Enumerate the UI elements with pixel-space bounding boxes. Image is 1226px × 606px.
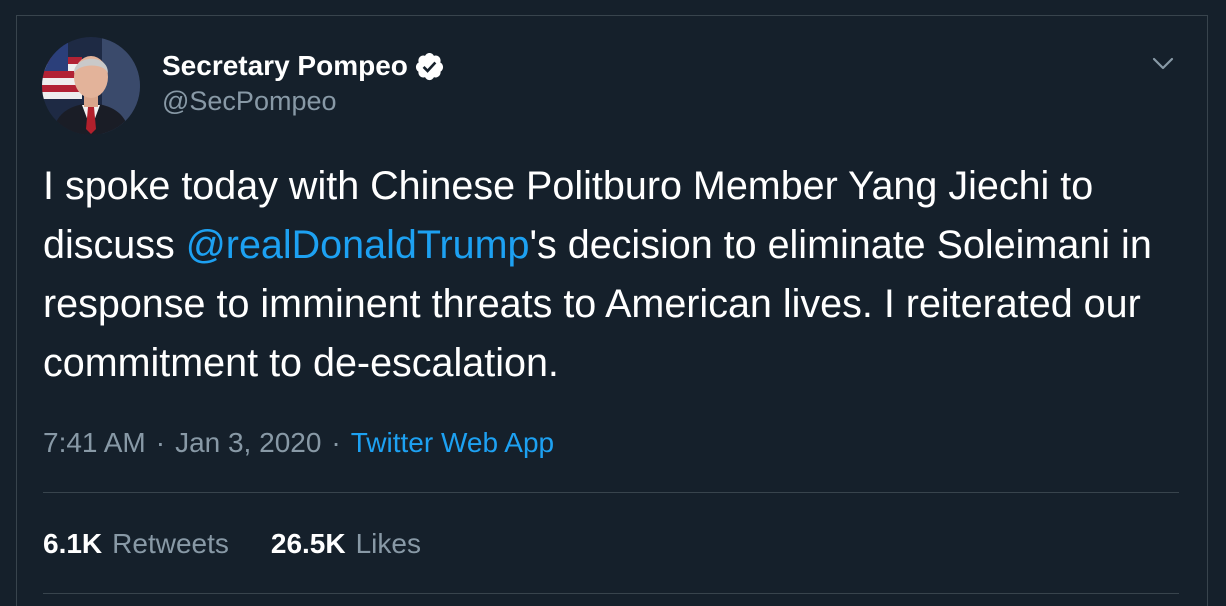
meta-separator: · (331, 427, 341, 458)
author-display-name[interactable]: Secretary Pompeo (162, 50, 408, 82)
author-handle[interactable]: @SecPompeo (162, 86, 337, 117)
tweet-source-link[interactable]: Twitter Web App (351, 427, 554, 459)
author-name-row: Secretary Pompeo (162, 47, 445, 85)
likes-stat[interactable]: 26.5K Likes (271, 528, 421, 560)
tweet-stats: 6.1K Retweets 26.5K Likes (43, 524, 421, 564)
tweet-metadata: 7:41 AM · Jan 3, 2020 · Twitter Web App (43, 423, 554, 463)
meta-separator: · (155, 427, 166, 458)
likes-count: 26.5K (270, 528, 346, 559)
avatar[interactable] (42, 37, 140, 135)
tweet-text: I spoke today with Chinese Politburo Mem… (43, 157, 1193, 393)
tweet-date[interactable]: Jan 3, 2020 (175, 427, 321, 459)
chevron-down-icon[interactable] (1150, 50, 1176, 76)
verified-badge-icon (414, 51, 445, 82)
retweets-label: Retweets (112, 528, 229, 559)
retweets-count: 6.1K (43, 528, 103, 559)
retweets-stat[interactable]: 6.1K Retweets (43, 528, 229, 560)
likes-label: Likes (355, 528, 421, 559)
divider (43, 593, 1179, 594)
avatar-portrait-icon (42, 37, 140, 135)
divider (43, 492, 1179, 493)
mention-link[interactable]: @realDonaldTrump (186, 223, 530, 267)
tweet-time[interactable]: 7:41 AM (43, 427, 146, 459)
